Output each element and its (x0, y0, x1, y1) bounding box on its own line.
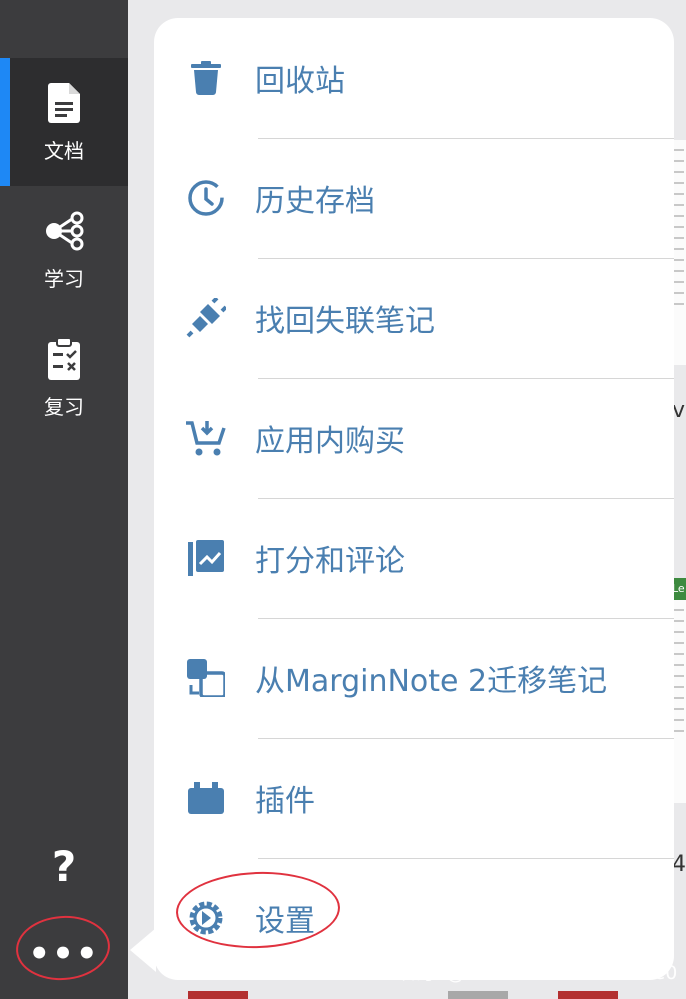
cart-icon (186, 418, 226, 458)
more-menu-popover: 回收站 历史存档 找回失联笔记 应用内购买 打分和评论 从MarginNote … (154, 18, 674, 980)
menu-item-plugins[interactable]: 插件 (154, 738, 674, 858)
watermark: 知乎 @wxb2b1c8000020afe0 (402, 962, 678, 984)
mindmap-icon (42, 209, 86, 253)
menu-item-recover-notes[interactable]: 找回失联笔记 (154, 258, 674, 378)
menu-item-label: 回收站 (255, 64, 345, 99)
sidebar-item-label: 学习 (44, 266, 84, 291)
thumbnail-header: Le (672, 578, 686, 600)
menu-item-label: 打分和评论 (255, 544, 405, 579)
trash-icon (186, 58, 226, 98)
clipboard-icon (42, 337, 86, 381)
plug-icon (186, 298, 226, 338)
menu-item-trash[interactable]: 回收站 (154, 18, 674, 138)
help-button[interactable]: ? (36, 838, 92, 894)
sidebar-item-documents[interactable]: 文档 (0, 58, 128, 186)
popover-arrow (130, 928, 156, 972)
document-thumbnail[interactable] (672, 140, 686, 365)
menu-item-rate-review[interactable]: 打分和评论 (154, 498, 674, 618)
sidebar: 文档 学习 复习 ? ••• (0, 0, 128, 999)
menu-item-label: 从MarginNote 2迁移笔记 (255, 664, 608, 699)
sidebar-item-study[interactable]: 学习 (0, 186, 128, 314)
menu-item-migrate-mn2[interactable]: 从MarginNote 2迁移笔记 (154, 618, 674, 738)
sidebar-item-review[interactable]: 复习 (0, 314, 128, 442)
history-clock-icon (186, 178, 226, 218)
menu-item-history[interactable]: 历史存档 (154, 138, 674, 258)
bottom-accent-bar (558, 991, 618, 999)
bottom-accent-bar (188, 991, 248, 999)
sidebar-item-label: 文档 (44, 138, 84, 163)
background-text-fragment: 4 (672, 852, 686, 877)
rating-chart-icon (186, 538, 226, 578)
migrate-icon (186, 658, 226, 698)
menu-item-label: 插件 (255, 784, 315, 819)
bottom-accent-bar (448, 991, 508, 999)
menu-item-label: 找回失联笔记 (255, 304, 435, 339)
document-thumbnail[interactable]: Le (672, 578, 686, 803)
menu-item-label: 历史存档 (255, 184, 375, 219)
menu-item-label: 应用内购买 (255, 424, 405, 459)
menu-item-in-app-purchase[interactable]: 应用内购买 (154, 378, 674, 498)
sidebar-item-label: 复习 (44, 394, 84, 419)
plugin-icon (186, 778, 226, 818)
document-icon (42, 81, 86, 125)
